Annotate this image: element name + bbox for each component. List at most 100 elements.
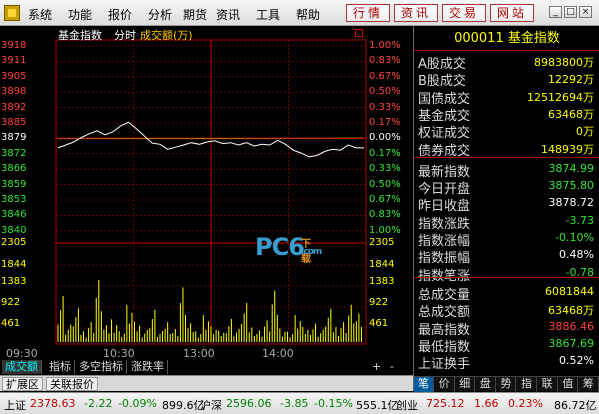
volume-tick-label: 2305	[1, 237, 27, 248]
quote-row: 指数涨跌 -3.73	[414, 213, 599, 232]
quote-row-value: 0.52%	[559, 354, 594, 368]
pct-tick-label: 0.17%	[369, 117, 401, 128]
quote-row: 指数笔涨-0.78	[414, 265, 599, 284]
sz-amount: 555.1亿	[356, 399, 399, 412]
side-tab[interactable]: 筹	[579, 377, 599, 392]
cy-change: 1.66	[474, 397, 499, 410]
quote-row-value: 3875.80	[548, 179, 595, 193]
pct-tick-label: 0.50%	[369, 178, 401, 190]
quote-row-value: 3878.72	[548, 196, 595, 210]
side-tab[interactable]: 价	[435, 377, 455, 392]
price-tick-label: 3898	[1, 86, 27, 98]
price-tick-label: 3872	[1, 147, 27, 159]
close-button[interactable]: ×	[579, 6, 592, 18]
sh-change-pct: -0.09%	[118, 397, 157, 410]
quote-info-panel: 000011 基金指数 A股成交 8983800万 B股成交 12292万 国债成交 12…	[413, 26, 599, 392]
extension-tab-bar: 扩展区 关联报价	[0, 375, 413, 391]
sh-amount: 899.6亿	[162, 399, 205, 412]
tab-rise-fall-rate[interactable]: 涨跌率	[128, 360, 168, 374]
chart-indicator: 成交额(万)	[140, 29, 193, 42]
price-tick-label: 3840	[1, 224, 27, 236]
quote-row-label: 国债成交	[418, 91, 471, 107]
pct-tick-label: 0.33%	[369, 163, 401, 175]
menu-system[interactable]: 系统	[28, 6, 52, 23]
pct-tick-label: 0.83%	[369, 55, 401, 67]
quote-row-label: 指数笔涨	[418, 265, 470, 284]
quote-row-label: 权证成交	[418, 126, 471, 142]
quote-row: 总成交量 6081844	[414, 284, 599, 303]
menu-tools[interactable]: 工具	[256, 6, 280, 23]
volume-tick-label: 1844	[1, 259, 27, 270]
quote-row-label: 最高指数	[418, 322, 471, 338]
side-tab[interactable]: 指	[517, 377, 537, 392]
security-title: 000011 基金指数	[414, 26, 599, 51]
zoom-in-button[interactable]: +	[372, 360, 381, 373]
volume-tick-label: 1844	[369, 259, 395, 270]
quote-row-value: 3886.46	[548, 319, 595, 333]
quote-row-label: 总成交额	[418, 305, 471, 321]
menu-bar: 系统 功能 报价 分析 期货 资讯 工具 帮助 行情 资讯 交易 网站 _ □ …	[0, 0, 599, 26]
pct-tick-label: 0.50%	[369, 86, 401, 98]
pct-tick-label: 0.83%	[369, 209, 401, 221]
tab-long-short[interactable]: 多空指标	[76, 360, 127, 374]
quote-row-label: 基金成交	[418, 108, 471, 124]
side-tab[interactable]: 细	[455, 377, 476, 392]
quote-row-value: 3867.69	[548, 336, 595, 350]
status-bar: 上证 2378.63 -2.22 -0.09% 899.6亿 沪深 2596.0…	[0, 392, 599, 414]
menu-futures[interactable]: 期货	[183, 6, 207, 23]
maximize-button[interactable]: □	[564, 6, 577, 18]
side-tab[interactable]: 笔	[414, 377, 434, 392]
price-tick-label: 3905	[1, 70, 27, 82]
intraday-chart[interactable]	[0, 26, 413, 360]
side-tab[interactable]: 势	[496, 377, 517, 392]
quote-row-value: -0.10%	[555, 231, 594, 244]
nav-news-button[interactable]: 资讯	[394, 4, 438, 22]
quote-row: 基金成交 63468万	[414, 105, 599, 124]
tab-indicator[interactable]: 指标	[46, 360, 75, 374]
quote-row-value: 6081844	[545, 284, 594, 298]
quote-row: 债券成交 148939万	[414, 140, 599, 159]
side-tab[interactable]: 联	[538, 377, 558, 392]
sh-index-value: 2378.63	[30, 397, 76, 410]
volume-tick-label: 461	[369, 318, 389, 329]
minimize-button[interactable]: _	[549, 6, 562, 18]
intraday-chart-panel[interactable]: 基金指数 分时 成交额(万) 3918 1.00% 3911 0.83% 3905 0.6…	[0, 26, 413, 360]
indicator-tab-bar: 成交额 指标 多空指标 涨跌率 + -	[0, 360, 413, 374]
nav-market-button[interactable]: 行情	[346, 4, 390, 22]
tab-related-quotes[interactable]: 关联报价	[46, 377, 98, 391]
time-label-0930: 09:30	[6, 347, 38, 360]
menu-analysis[interactable]: 分析	[148, 6, 172, 23]
quote-row-value: 12512694万	[527, 90, 594, 104]
nav-trade-button[interactable]: 交易	[442, 4, 486, 22]
pct-tick-label: 1.00%	[369, 40, 401, 51]
sz-change-pct: -0.15%	[314, 397, 353, 410]
time-label-1300: 13:00	[183, 347, 215, 360]
quote-row-label: 总成交量	[418, 287, 471, 303]
side-tab[interactable]: 盘	[476, 377, 496, 392]
zoom-out-button[interactable]: -	[390, 360, 394, 373]
menu-quote[interactable]: 报价	[108, 6, 132, 23]
section-divider	[414, 157, 599, 158]
quote-row-value: 63468万	[548, 107, 594, 121]
close-square-icon[interactable]	[355, 29, 363, 37]
quote-row-label: 指数涨跌	[418, 216, 471, 232]
sh-label: 上证	[4, 399, 26, 412]
menu-help[interactable]: 帮助	[296, 6, 320, 23]
menu-news[interactable]: 资讯	[216, 6, 240, 23]
tab-turnover[interactable]: 成交额	[2, 360, 42, 374]
security-code: 000011	[454, 31, 504, 46]
quote-row: 今日开盘 3875.80	[414, 178, 599, 197]
menu-function[interactable]: 功能	[68, 6, 92, 23]
quote-row-label: 最新指数	[418, 164, 471, 180]
volume-tick-label: 922	[369, 297, 389, 308]
chart-period: 分时	[114, 29, 136, 42]
quote-row-label: B股成交	[418, 74, 466, 90]
side-tab[interactable]: 值	[558, 377, 579, 392]
quote-row-value: 3874.99	[548, 161, 595, 175]
tab-extension[interactable]: 扩展区	[2, 377, 43, 391]
price-tick-label: 3885	[1, 117, 27, 128]
nav-website-button[interactable]: 网站	[490, 4, 534, 22]
pct-tick-label: 0.17%	[369, 147, 401, 159]
sz-change: -3.85	[280, 397, 309, 410]
chart-header: 基金指数 分时 成交额(万)	[0, 26, 413, 42]
